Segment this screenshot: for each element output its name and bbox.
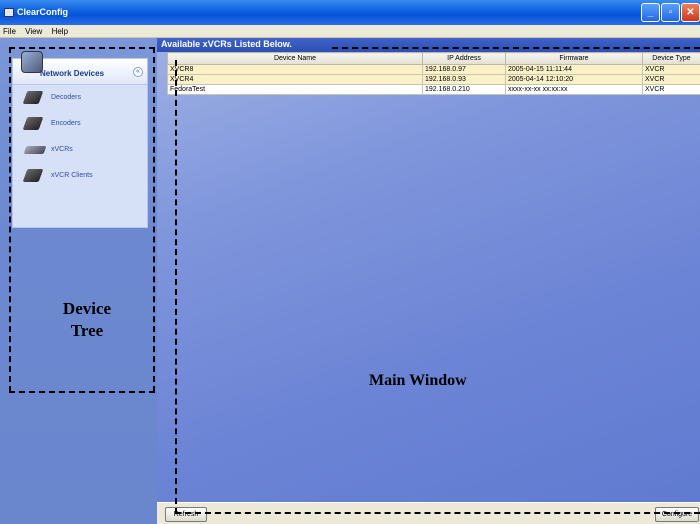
cell-ip-address: 192.168.0.210	[422, 84, 506, 95]
menu-file[interactable]: File	[3, 25, 16, 38]
configure-button[interactable]: Configure	[655, 507, 699, 522]
cell-firmware: xxxx-xx-xx xx:xx:xx	[505, 84, 643, 95]
maximize-button[interactable]: ▫	[661, 3, 680, 22]
cell-firmware: 2005-04-14 12:10:20	[505, 74, 643, 85]
annotation-border	[9, 391, 155, 393]
collapse-icon[interactable]: «	[133, 67, 143, 77]
menu-view[interactable]: View	[25, 25, 42, 38]
column-header-firmware[interactable]: Firmware	[505, 52, 643, 65]
title-bar: ClearConfig _ ▫ ✕	[0, 0, 700, 25]
tree-item-label: Decoders	[51, 94, 81, 101]
column-header-device-name[interactable]: Device Name	[167, 52, 423, 65]
annotation-line: Tree	[70, 321, 104, 340]
table-row[interactable]: XVCR4 192.168.0.93 2005-04-14 12:10:20 X…	[167, 74, 700, 85]
close-button[interactable]: ✕	[681, 3, 700, 22]
cell-device-name: XVCR4	[167, 74, 423, 85]
main-header: Available xVCRs Listed Below.	[157, 38, 700, 52]
annotation-border	[175, 60, 177, 514]
cell-device-type: XVCR	[642, 74, 700, 85]
cell-device-name: XVCR8	[167, 64, 423, 75]
device-tree-annotation: Device Tree	[42, 298, 132, 342]
annotation-border	[9, 47, 155, 49]
cell-firmware: 2005-04-15 11:11:44	[505, 64, 643, 75]
cell-device-type: XVCR	[642, 64, 700, 75]
cell-device-name: FedoraTest	[167, 84, 423, 95]
sidebar: Network Devices « Decoders Encoders xVCR…	[0, 38, 157, 524]
decoder-icon	[22, 91, 44, 104]
xvcr-icon	[23, 146, 47, 154]
menu-bar: File View Help	[0, 25, 700, 38]
column-header-device-type[interactable]: Device Type	[642, 52, 700, 65]
main-window: Available xVCRs Listed Below. Device Nam…	[157, 38, 700, 502]
main-window-annotation: Main Window	[369, 372, 467, 389]
tree-header-label: Network Devices	[40, 69, 105, 78]
tree-header[interactable]: Network Devices «	[13, 51, 147, 85]
annotation-border	[332, 47, 700, 49]
table-row[interactable]: XVCR8 192.168.0.97 2005-04-15 11:11:44 X…	[167, 64, 700, 75]
refresh-button[interactable]: Refresh	[165, 507, 207, 522]
cell-device-type: XVCR	[642, 84, 700, 95]
annotation-border	[153, 47, 155, 392]
column-header-ip-address[interactable]: IP Address	[422, 52, 506, 65]
annotation-border	[9, 47, 11, 392]
encoder-icon	[22, 117, 44, 130]
device-table: Device Name IP Address Firmware Device T…	[167, 52, 700, 95]
minimize-button[interactable]: _	[641, 3, 660, 22]
tree-item-label: Encoders	[51, 120, 81, 127]
window-title: ClearConfig	[17, 7, 69, 17]
cell-ip-address: 192.168.0.93	[422, 74, 506, 85]
menu-help[interactable]: Help	[52, 25, 68, 38]
main-header-text: Available xVCRs Listed Below.	[161, 39, 292, 49]
tree-item-label: xVCR Clients	[51, 172, 93, 179]
annotation-line: Device	[62, 299, 112, 318]
cell-ip-address: 192.168.0.97	[422, 64, 506, 75]
annotation-border	[175, 512, 700, 514]
xvcr-client-icon	[22, 169, 44, 182]
app-icon	[4, 8, 14, 17]
tree-item-label: xVCRs	[51, 146, 73, 153]
device-tree: Network Devices « Decoders Encoders xVCR…	[12, 51, 148, 228]
table-row[interactable]: FedoraTest 192.168.0.210 xxxx-xx-xx xx:x…	[167, 84, 700, 95]
